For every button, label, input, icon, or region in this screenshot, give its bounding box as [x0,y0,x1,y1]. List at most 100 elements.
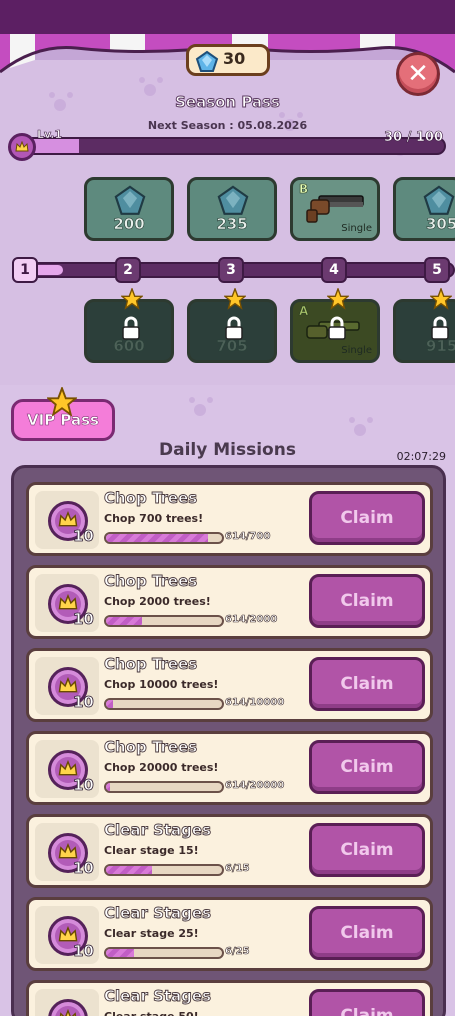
gem-count: 30 [223,49,246,68]
mission-title: Chop Trees [104,572,198,591]
claim-button[interactable]: Claim [309,906,425,960]
mission-title: Clear Stages [104,987,212,1006]
season-pass-title: Season Pass [175,93,281,112]
reward-amount: 705 [216,337,248,356]
star-icon [327,288,349,310]
claim-button[interactable]: Claim [309,989,425,1016]
mission-row: 10 Clear Stages Clear stage 50! Claim [26,980,433,1016]
mission-description: Chop 2000 trees! [104,595,211,608]
mission-progress-fill [106,700,114,708]
mission-reward-amount: 10 [73,610,95,629]
mission-reward-amount: 10 [73,693,95,712]
track-node-5: 5 [424,257,450,283]
free-reward-4[interactable]: 305 [393,177,455,241]
mission-row: 10 Clear Stages Clear stage 15! 6/15 Claim [26,814,433,888]
mission-reward-box: 10 [35,989,99,1016]
mission-description: Chop 700 trees! [104,512,204,525]
track-node-1: 1 [12,257,38,283]
mission-reward-box: 10 [35,574,99,632]
crown-icon [59,1009,77,1016]
mission-row: 10 Clear Stages Clear stage 25! 6/25 Claim [26,897,433,971]
vip-reward-3[interactable]: A Single [290,288,380,363]
level-progress-bar [22,137,446,155]
level-progress-text: 30 / 100 [383,130,444,146]
mission-reward-amount: 10 [73,776,95,795]
mission-description: Chop 20000 trees! [104,761,219,774]
mission-progress-fill [106,866,153,874]
mission-title: Clear Stages [104,904,212,923]
claim-button[interactable]: Claim [309,823,425,877]
lock-icon [328,316,346,340]
claim-button[interactable]: Claim [309,491,425,545]
mission-description: Clear stage 25! [104,927,199,940]
free-reward-1[interactable]: 200 [84,177,174,241]
claim-button[interactable]: Claim [309,574,425,628]
gem-icon [423,185,455,215]
mission-progress-bar [104,615,224,627]
close-button[interactable]: ✕ [396,52,440,96]
claim-button[interactable]: Claim [309,740,425,794]
level-badge [8,133,36,161]
mission-progress-bar [104,698,224,710]
mission-progress-count: 6/25 [225,946,250,958]
weapon-type: Single [341,345,372,356]
mission-progress-bar [104,864,224,876]
reward-amount: 200 [113,215,145,234]
mission-progress-count: 614/20000 [225,780,285,792]
mission-reward-amount: 10 [73,942,95,961]
mission-reward-amount: 10 [73,527,95,546]
reward-amount: 305 [426,215,455,234]
mission-progress-count: 6/15 [225,863,250,875]
gem-icon [195,50,219,72]
mission-title: Chop Trees [104,489,198,508]
mission-title: Clear Stages [104,821,212,840]
claim-button[interactable]: Claim [309,657,425,711]
mission-progress-bar [104,781,224,793]
mission-description: Clear stage 15! [104,844,199,857]
mission-row: 10 Chop Trees Chop 700 trees! 614/700 Claim [26,482,433,556]
free-reward-3[interactable]: B Single [290,177,380,241]
vip-reward-1[interactable]: 600 [84,288,174,363]
close-icon: ✕ [407,59,429,89]
mission-progress-count: 614/700 [225,531,271,543]
mission-reward-box: 10 [35,491,99,549]
mission-progress-fill [106,534,208,542]
mission-progress-bar [104,947,224,959]
season-coin-icon [48,999,88,1016]
track-node-4: 4 [321,257,347,283]
mission-progress-fill [106,617,142,625]
gem-counter: 30 [186,44,270,76]
mission-title: Chop Trees [104,655,198,674]
track-node-3: 3 [218,257,244,283]
weapon-type: Single [341,223,372,234]
gem-icon [217,185,249,215]
star-icon [224,288,246,310]
vip-reward-4[interactable]: 915 [393,288,455,363]
vip-reward-2[interactable]: 705 [187,288,277,363]
mission-reward-box: 10 [35,657,99,715]
crown-icon [15,141,29,152]
star-icon [121,288,143,310]
mission-row: 10 Chop Trees Chop 2000 trees! 614/2000 Clai… [26,565,433,639]
reward-amount: 915 [426,337,455,356]
gem-icon [114,185,146,215]
reward-amount: 600 [113,337,145,356]
mission-row: 10 Chop Trees Chop 20000 trees! 614/20000 Cl… [26,731,433,805]
mission-row: 10 Chop Trees Chop 10000 trees! 614/10000 Cl… [26,648,433,722]
star-icon [47,387,77,417]
track-node-2: 2 [115,257,141,283]
level-label: Lv.1 [37,128,63,142]
mission-reward-box: 10 [35,906,99,964]
daily-timer: 02:07:29 [396,450,446,463]
mission-progress-count: 614/10000 [225,697,285,709]
reward-amount: 235 [216,215,248,234]
mission-reward-box: 10 [35,740,99,798]
gatling-gun-icon [306,195,364,223]
mission-progress-fill [106,783,110,791]
free-reward-2[interactable]: 235 [187,177,277,241]
mission-title: Chop Trees [104,738,198,757]
mission-reward-amount: 10 [73,859,95,878]
star-icon [430,288,452,310]
mission-description: Clear stage 50! [104,1010,199,1016]
daily-missions-title: Daily Missions [159,440,296,460]
